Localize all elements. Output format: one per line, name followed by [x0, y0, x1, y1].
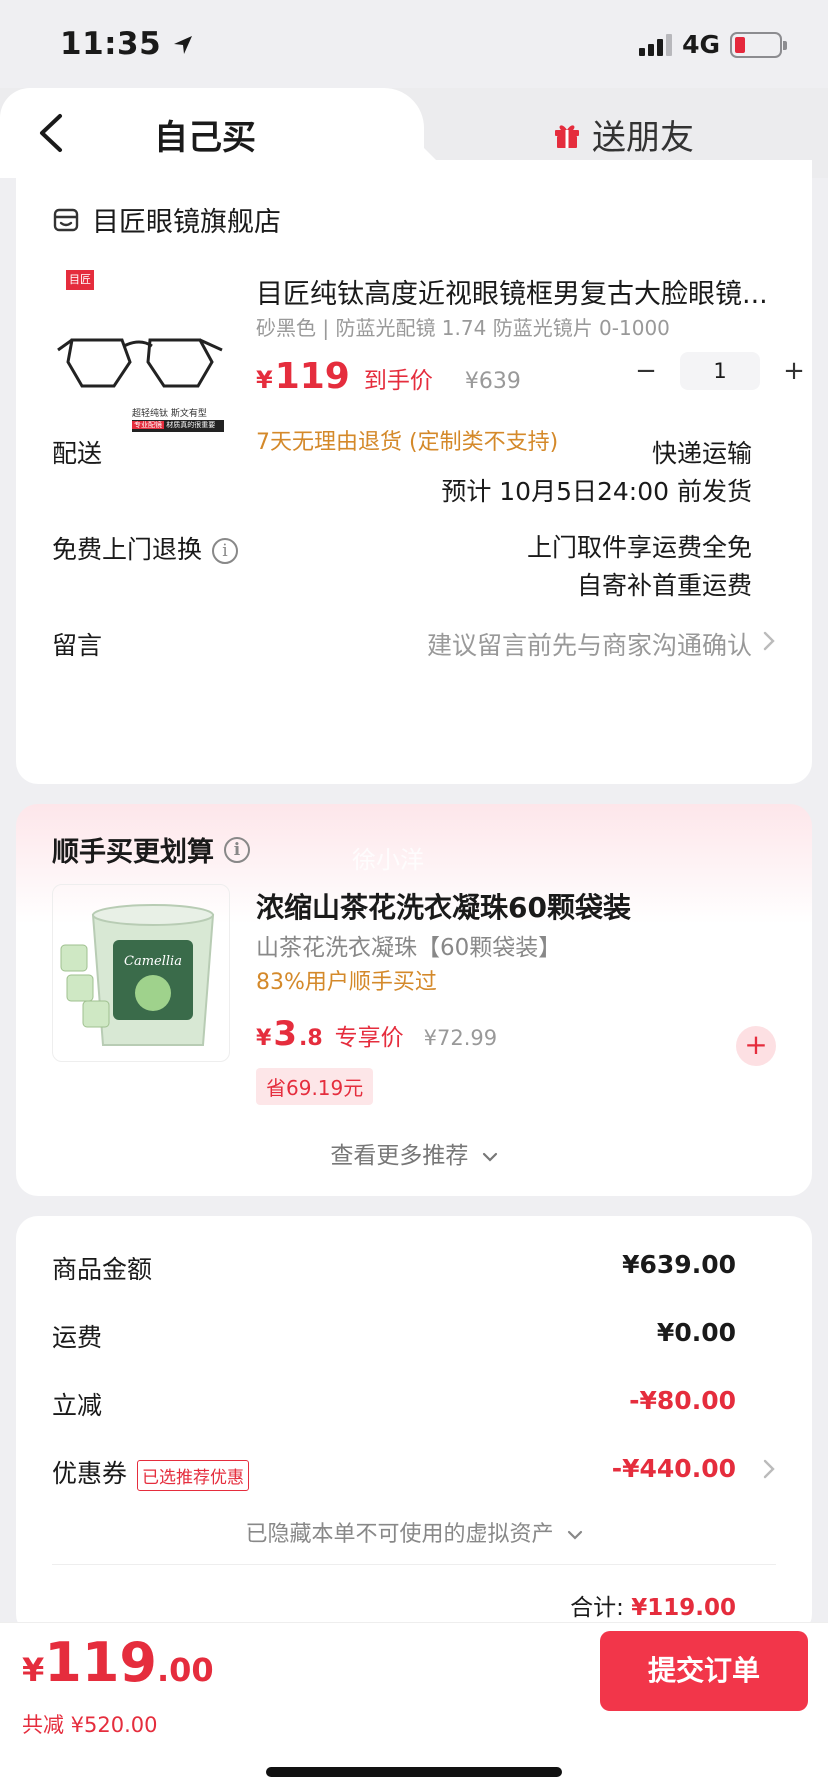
product-title[interactable]: 目匠纯钛高度近视眼镜框男复古大脸眼镜...	[256, 272, 776, 311]
coupon-value[interactable]: -¥440.00	[612, 1454, 736, 1483]
price-tag: 专享价	[334, 1025, 404, 1051]
delivery-estimate: 预计 10月5日24:00 前发货	[441, 477, 752, 506]
image-caption-white: 材质真的很重要	[166, 421, 216, 429]
divider	[52, 1564, 776, 1565]
pay-int: 119	[44, 1631, 157, 1694]
message-label: 留言	[52, 631, 103, 660]
pay-amount: ¥ 119 .00	[22, 1631, 214, 1694]
total-label: 合计:	[570, 1595, 624, 1621]
image-caption-bar: 专业配镜 材质真的很重要	[132, 420, 224, 432]
home-indicator[interactable]	[266, 1767, 562, 1777]
product-image[interactable]: 目匠 超轻纯钛 斯文有型 专业配镜 材质真的很重要	[52, 270, 228, 446]
time-text: 11:35	[60, 26, 162, 62]
shop-icon	[53, 208, 79, 231]
original-price: ¥72.99	[423, 1026, 498, 1050]
discount-value: -¥80.00	[629, 1386, 736, 1415]
submit-order-button[interactable]: 提交订单	[600, 1631, 808, 1711]
qty-minus-button[interactable]: −	[626, 356, 666, 386]
info-icon[interactable]: i	[224, 836, 250, 863]
qty-input[interactable]: 1	[680, 352, 760, 390]
hidden-assets-toggle[interactable]: 已隐藏本单不可使用的虚拟资产	[16, 1516, 812, 1548]
recommend-product-image[interactable]: Camellia	[52, 884, 230, 1062]
status-bar: 11:35 4G	[0, 0, 828, 88]
total-row: 合计: ¥119.00	[570, 1588, 736, 1622]
tab-self-buy-label: 自己买	[154, 118, 256, 158]
qty-plus-button[interactable]: +	[774, 356, 814, 386]
pay-dec: .00	[157, 1651, 214, 1689]
shop-row[interactable]: 目匠眼镜旗舰店	[52, 200, 281, 239]
return-service-row: 免费上门退换 i	[52, 530, 239, 566]
network-label: 4G	[682, 30, 720, 59]
coupon-label: 优惠券	[52, 1459, 128, 1488]
chevron-right-icon[interactable]	[762, 1458, 776, 1480]
chevron-down-icon	[567, 1530, 582, 1540]
glasses-icon	[57, 338, 223, 388]
price-int: 3	[273, 1014, 297, 1054]
return-service-label: 免费上门退换	[52, 535, 203, 564]
add-recommend-button[interactable]: +	[736, 1026, 776, 1066]
signal-icon	[639, 33, 673, 56]
see-more-button[interactable]: 查看更多推荐	[16, 1136, 812, 1170]
discount-label: 立减	[52, 1391, 103, 1420]
product-price-row: ¥ 119 到手价 ¥639	[256, 356, 521, 397]
price-symbol: ¥	[256, 366, 273, 394]
checkout-bar: ¥ 119 .00 共减 ¥520.00 提交订单	[0, 1622, 828, 1792]
total-value: ¥119.00	[631, 1595, 736, 1621]
coupon-row[interactable]: 优惠券 已选推荐优惠	[52, 1454, 250, 1491]
return-service-line2: 自寄补首重运费	[576, 571, 752, 600]
original-price: ¥639	[464, 369, 521, 394]
coupon-badge: 已选推荐优惠	[137, 1459, 250, 1491]
recommend-buy-rate: 83%用户顺手买过	[256, 970, 437, 995]
pay-symbol: ¥	[22, 1651, 45, 1689]
chevron-down-icon	[482, 1152, 497, 1162]
status-time: 11:35	[60, 26, 194, 62]
order-product-card: 目匠眼镜旗舰店 目匠 超轻纯钛 斯文有型 专业配镜 材质真的很重要 目匠纯钛高度…	[16, 160, 812, 784]
recommend-title: 顺手买更划算 i	[52, 830, 250, 869]
location-arrow-icon	[174, 36, 193, 54]
price-symbol: ¥	[256, 1026, 272, 1051]
price-tag: 到手价	[363, 368, 433, 394]
recommend-price-row: ¥ 3 .8 专享价 ¥72.99	[256, 1014, 497, 1054]
watermark: 徐小洋	[352, 846, 424, 874]
hidden-assets-label: 已隐藏本单不可使用的虚拟资产	[245, 1522, 554, 1547]
price-value: 119	[274, 356, 350, 397]
tab-gift[interactable]: 送朋友	[552, 110, 694, 159]
gift-icon	[555, 124, 579, 148]
delivery-label: 配送	[52, 439, 103, 468]
goods-amount-label: 商品金额	[52, 1255, 153, 1284]
recommend-product-name[interactable]: 浓缩山茶花洗衣凝珠60颗袋装	[256, 886, 631, 926]
shipping-label: 运费	[52, 1323, 103, 1352]
detergent-tub-icon: Camellia	[60, 904, 215, 1046]
price-dec: .8	[298, 1026, 323, 1051]
price-summary-card: 商品金额 ¥639.00 运费 ¥0.00 立减 -¥80.00 优惠券 已选推荐…	[16, 1216, 812, 1636]
quantity-stepper: − 1 +	[626, 352, 814, 390]
message-field[interactable]: 建议留言前先与商家沟通确认	[427, 626, 752, 662]
goods-amount-value: ¥639.00	[622, 1250, 736, 1279]
product-spec[interactable]: 砂黑色 | 防蓝光配镜 1.74 防蓝光镜片 0-1000	[256, 312, 670, 341]
total-saved: 共减 ¥520.00	[22, 1713, 158, 1737]
return-policy: 7天无理由退货 (定制类不支持)	[256, 430, 559, 455]
shop-name: 目匠眼镜旗舰店	[92, 207, 281, 238]
product-logo-text: Camellia	[124, 954, 182, 969]
shipping-value: ¥0.00	[656, 1318, 736, 1347]
recommend-title-text: 顺手买更划算	[52, 837, 214, 868]
tab-gift-label: 送朋友	[592, 118, 694, 158]
recommend-product-spec: 山茶花洗衣凝珠【60颗袋装】	[256, 935, 562, 961]
info-icon[interactable]: i	[212, 538, 239, 564]
chevron-right-icon[interactable]	[762, 630, 776, 652]
battery-icon	[730, 31, 787, 58]
recommend-card: 顺手买更划算 i 徐小洋 Camellia 浓缩山茶花洗衣凝珠60颗袋装 山茶花洗…	[16, 804, 812, 1196]
see-more-label: 查看更多推荐	[330, 1143, 469, 1169]
status-icons: 4G	[639, 30, 787, 59]
image-caption-red: 专业配镜	[132, 421, 164, 429]
save-badge: 省69.19元	[256, 1068, 374, 1105]
brand-logo: 目匠	[66, 270, 94, 290]
delivery-method: 快递运输	[651, 439, 752, 468]
return-service-line1: 上门取件享运费全免	[526, 533, 752, 562]
image-caption: 超轻纯钛 斯文有型	[132, 409, 207, 419]
